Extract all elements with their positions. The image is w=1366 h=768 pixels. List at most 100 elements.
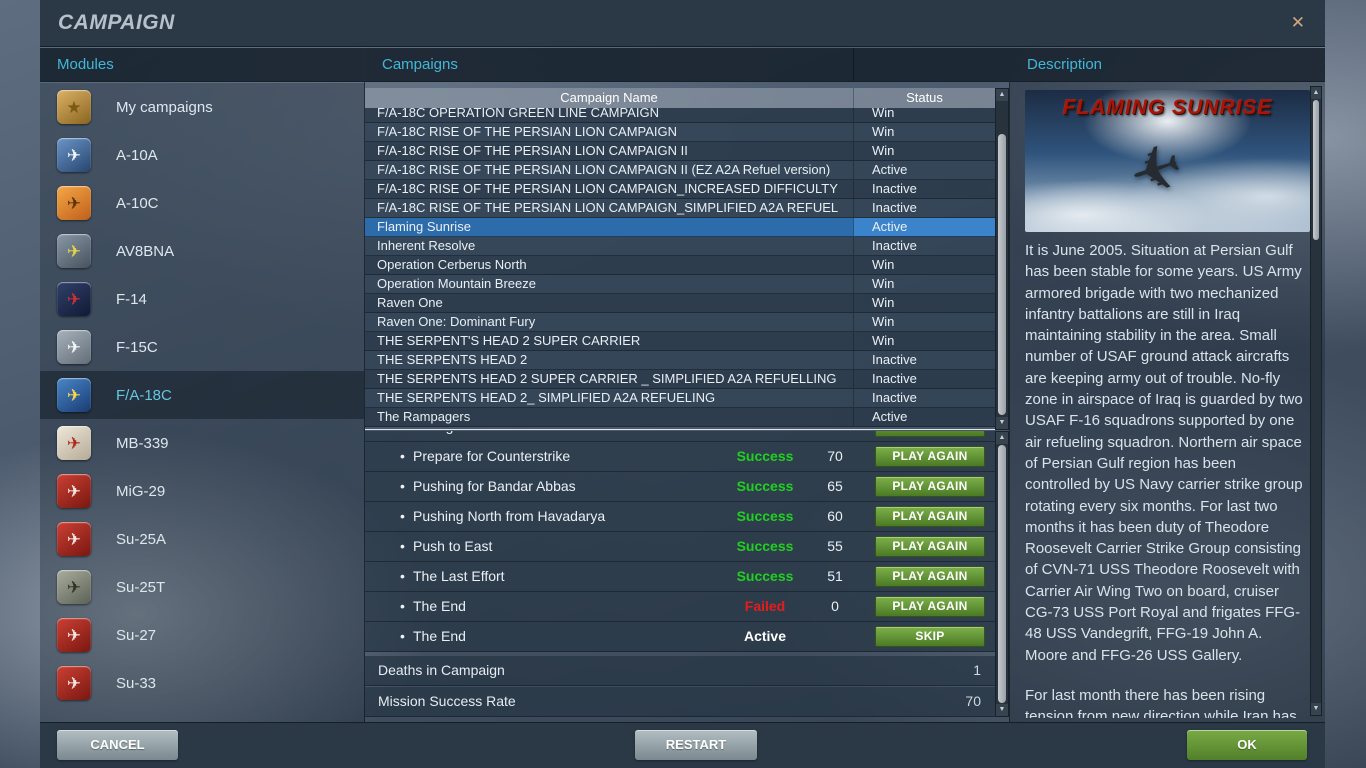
play-again-button[interactable]: PLAY AGAIN	[875, 596, 985, 617]
campaign-row-operation-cerberus-north[interactable]: Operation Cerberus North Win	[365, 256, 995, 275]
title-bar: CAMPAIGN ✕	[40, 0, 1325, 47]
module-item-f-15c[interactable]: ✈ F-15C	[40, 323, 364, 371]
scrollbar-thumb[interactable]	[998, 134, 1006, 415]
module-label: MB-339	[116, 434, 169, 452]
description-scrollbar[interactable]: ▲ ▼	[1310, 86, 1322, 716]
campaigns-scrollbar[interactable]: ▲ ▼	[995, 88, 1009, 430]
play-again-button[interactable]: PLAY AGAIN	[875, 476, 985, 497]
scroll-down-icon[interactable]: ▼	[996, 704, 1008, 716]
module-item-a-10c[interactable]: ✈ A-10C	[40, 179, 364, 227]
scroll-up-icon[interactable]: ▲	[996, 432, 1008, 444]
module-label: Su-25T	[116, 578, 166, 596]
mission-status: Failed	[744, 598, 786, 614]
campaign-row-f-a-18c-operation-green-line-campaign[interactable]: F/A-18C OPERATION GREEN LINE CAMPAIGN Wi…	[365, 108, 995, 123]
campaign-name: Raven One: Dominant Fury	[377, 314, 536, 329]
campaign-name: F/A-18C RISE OF THE PERSIAN LION CAMPAIG…	[377, 124, 678, 139]
campaign-row-f-a-18c-rise-of-the-persian-lion-campaign-ii[interactable]: F/A-18C RISE OF THE PERSIAN LION CAMPAIG…	[365, 142, 995, 161]
mission-row-prepare-for-counterstrike: • Prepare for Counterstrike Success 70 P…	[365, 442, 995, 472]
campaign-row-f-a-18c-rise-of-the-persian-lion-campaign[interactable]: F/A-18C RISE OF THE PERSIAN LION CAMPAIG…	[365, 123, 995, 142]
campaign-row-the-serpents-head-2-simplified-a2a-refueling[interactable]: THE SERPENTS HEAD 2_ SIMPLIFIED A2A REFU…	[365, 389, 995, 408]
campaign-row-raven-one-dominant-fury[interactable]: Raven One: Dominant Fury Win	[365, 313, 995, 332]
mission-row-the-end: • The End Failed 0 PLAY AGAIN	[365, 592, 995, 622]
module-item-f-a-18c[interactable]: ✈ F/A-18C	[40, 371, 364, 419]
module-item-su-27[interactable]: ✈ Su-27	[40, 611, 364, 659]
campaign-row-f-a-18c-rise-of-the-persian-lion-campaign-ii-ez-a2a-refuel-version[interactable]: F/A-18C RISE OF THE PERSIAN LION CAMPAIG…	[365, 161, 995, 180]
skip-button[interactable]: SKIP	[875, 626, 985, 647]
restart-button[interactable]: RESTART	[635, 730, 757, 760]
campaign-status: Inactive	[853, 180, 995, 198]
mission-score: 65	[827, 478, 843, 494]
play-again-button[interactable]: PLAY AGAIN	[875, 446, 985, 467]
scroll-up-icon[interactable]: ▲	[996, 89, 1008, 101]
column-header-campaign-name: Campaign Name	[560, 90, 658, 105]
module-item-mig-29[interactable]: ✈ MiG-29	[40, 467, 364, 515]
mission-name: Taking Back the Harbor	[413, 431, 559, 441]
bullet-icon: •	[400, 598, 405, 614]
mission-name: Pushing for Bandar Abbas	[413, 478, 576, 494]
campaign-name: F/A-18C RISE OF THE PERSIAN LION CAMPAIG…	[377, 143, 688, 158]
mission-name: Push to East	[413, 538, 493, 554]
f-15c-module-icon: ✈	[57, 330, 91, 364]
scrollbar-thumb[interactable]	[1313, 100, 1319, 240]
my-campaigns-icon: ★	[57, 90, 91, 124]
campaign-name: F/A-18C OPERATION GREEN LINE CAMPAIGN	[377, 108, 659, 120]
module-item-su-25a[interactable]: ✈ Su-25A	[40, 515, 364, 563]
su-27-module-icon: ✈	[57, 618, 91, 652]
play-again-button[interactable]: PLAY AGAIN	[875, 431, 985, 437]
campaign-row-flaming-sunrise[interactable]: Flaming Sunrise Active	[365, 218, 995, 237]
campaign-row-operation-mountain-breeze[interactable]: Operation Mountain Breeze Win	[365, 275, 995, 294]
campaign-status: Win	[853, 313, 995, 331]
missions-scrollbar[interactable]: ▲ ▼	[995, 431, 1009, 717]
mission-row-the-end: • The End Active SKIP	[365, 622, 995, 652]
play-again-button[interactable]: PLAY AGAIN	[875, 566, 985, 587]
scrollbar-thumb[interactable]	[998, 445, 1006, 703]
campaign-row-inherent-resolve[interactable]: Inherent Resolve Inactive	[365, 237, 995, 256]
ok-button[interactable]: OK	[1187, 730, 1307, 760]
bullet-icon: •	[400, 628, 405, 644]
mission-status: Success	[720, 431, 810, 441]
module-item-mb-339[interactable]: ✈ MB-339	[40, 419, 364, 467]
campaign-row-raven-one[interactable]: Raven One Win	[365, 294, 995, 313]
campaign-cover-image: FLAMING SUNRISE ✈	[1025, 90, 1310, 232]
bullet-icon: •	[400, 508, 405, 524]
campaign-name: F/A-18C RISE OF THE PERSIAN LION CAMPAIG…	[377, 200, 839, 215]
play-again-button[interactable]: PLAY AGAIN	[875, 506, 985, 527]
campaign-row-f-a-18c-rise-of-the-persian-lion-campaign-simplified-a2a-refuel[interactable]: F/A-18C RISE OF THE PERSIAN LION CAMPAIG…	[365, 199, 995, 218]
su-25t-module-icon: ✈	[57, 570, 91, 604]
campaign-description-text: It is June 2005. Situation at Persian Gu…	[1025, 240, 1303, 718]
scroll-up-icon[interactable]: ▲	[1311, 87, 1321, 99]
su-33-module-icon: ✈	[57, 666, 91, 700]
su-25a-module-icon: ✈	[57, 522, 91, 556]
cancel-button[interactable]: CANCEL	[57, 730, 178, 760]
campaigns-panel-header: Campaigns	[365, 48, 1009, 82]
module-item-su-25t[interactable]: ✈ Su-25T	[40, 563, 364, 611]
play-again-button[interactable]: PLAY AGAIN	[875, 536, 985, 557]
av8bna-module-icon: ✈	[57, 234, 91, 268]
campaign-row-the-serpents-head-2[interactable]: THE SERPENTS HEAD 2 Inactive	[365, 351, 995, 370]
module-item-su-33[interactable]: ✈ Su-33	[40, 659, 364, 707]
campaign-status: Win	[853, 294, 995, 312]
mission-score: 51	[827, 568, 843, 584]
campaign-status: Active	[853, 408, 995, 426]
module-item-a-10a[interactable]: ✈ A-10A	[40, 131, 364, 179]
campaign-row-the-serpents-head-2-super-carrier-simplified-a2a-refuelling[interactable]: THE SERPENTS HEAD 2 SUPER CARRIER _ SIMP…	[365, 370, 995, 389]
module-item-f-14[interactable]: ✈ F-14	[40, 275, 364, 323]
mig-29-module-icon: ✈	[57, 474, 91, 508]
scroll-down-icon[interactable]: ▼	[1311, 703, 1321, 715]
campaign-list-bottom-edge	[365, 429, 995, 430]
campaign-status: Win	[853, 275, 995, 293]
footer-bar: CANCEL RESTART OK	[40, 722, 1325, 768]
mission-name: Pushing North from Havadarya	[413, 508, 606, 524]
bullet-icon: •	[400, 431, 405, 441]
module-item-my-campaigns[interactable]: ★ My campaigns	[40, 83, 364, 131]
modules-panel-header: Modules	[40, 48, 364, 82]
campaign-name: THE SERPENTS HEAD 2	[377, 352, 528, 367]
campaign-row-f-a-18c-rise-of-the-persian-lion-campaign-increased-difficulty[interactable]: F/A-18C RISE OF THE PERSIAN LION CAMPAIG…	[365, 180, 995, 199]
campaign-row-the-rampagers[interactable]: The Rampagers Active	[365, 408, 995, 427]
mission-name: The End	[413, 628, 466, 644]
campaign-name: Raven One	[377, 295, 443, 310]
module-item-av8bna[interactable]: ✈ AV8BNA	[40, 227, 364, 275]
close-icon[interactable]: ✕	[1291, 0, 1305, 46]
scroll-down-icon[interactable]: ▼	[996, 417, 1008, 429]
campaign-row-the-serpent-s-head-2-super-carrier[interactable]: THE SERPENT'S HEAD 2 SUPER CARRIER Win	[365, 332, 995, 351]
